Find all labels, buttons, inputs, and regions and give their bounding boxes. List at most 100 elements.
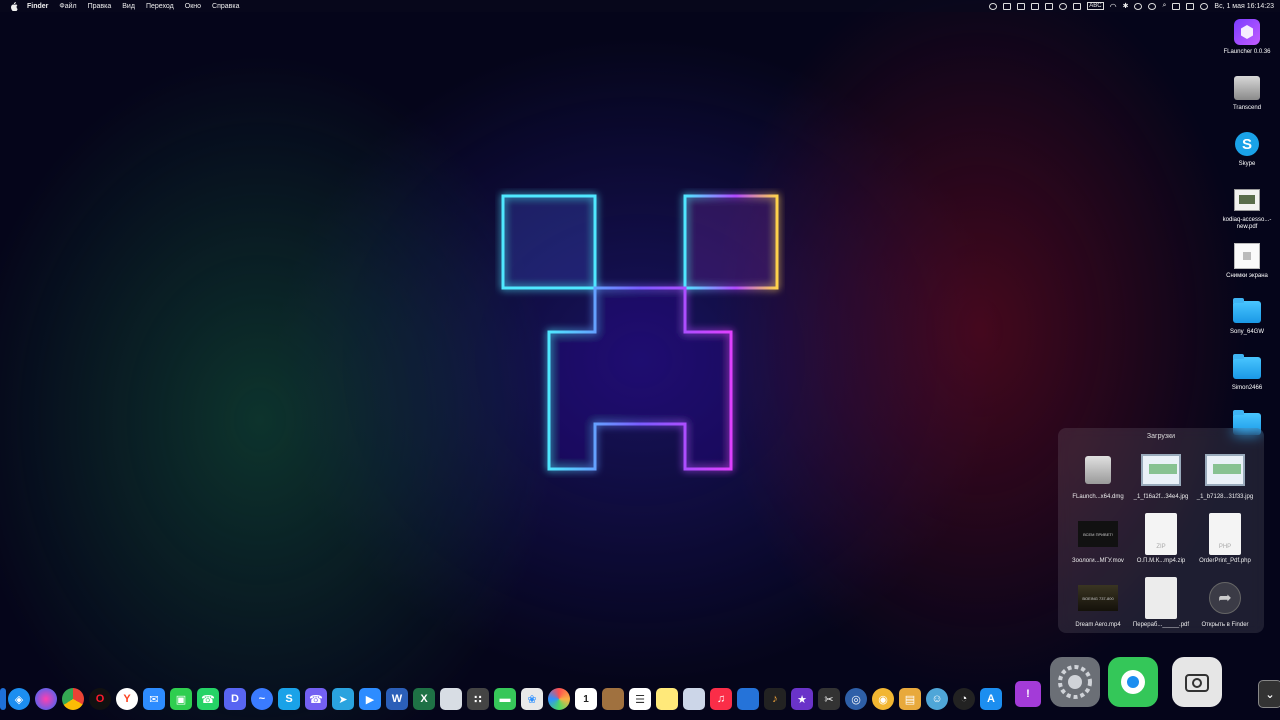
pdf-file-icon	[1145, 577, 1177, 619]
time-machine-icon[interactable]	[1148, 2, 1157, 10]
dock-archive-icon[interactable]: ▤	[899, 688, 921, 710]
dock-facetime-icon[interactable]: ▣	[170, 688, 192, 710]
dock-mail-icon[interactable]: ✉	[143, 688, 165, 710]
dock-notes-icon[interactable]	[440, 688, 462, 710]
clipboard-icon[interactable]	[1059, 2, 1068, 10]
php-file-icon: PHP	[1209, 513, 1241, 555]
certificate-image-icon	[1141, 454, 1181, 486]
desktop-icon-flauncher[interactable]: FLauncher 0.0.36	[1215, 17, 1279, 56]
battery-icon[interactable]	[1172, 2, 1181, 10]
dock-pet-icon[interactable]: ☺	[926, 688, 948, 710]
apple-icon[interactable]	[9, 1, 18, 11]
desktop-icon-transcend[interactable]: Transcend	[1215, 73, 1279, 112]
open-in-finder-button[interactable]: ➦ Открыть в Finder	[1192, 576, 1258, 628]
menu-bar: Finder Файл Правка Вид Переход Окно Спра…	[0, 0, 1280, 12]
dock-calculator-icon[interactable]: ∷	[467, 688, 489, 710]
dock-stickies-icon[interactable]	[656, 688, 678, 710]
dock-feedback-icon[interactable]: !	[1015, 681, 1041, 707]
display-icon[interactable]	[1003, 2, 1012, 10]
dock-box-icon[interactable]	[602, 688, 624, 710]
dock-app-store-icon[interactable]: A	[980, 688, 1002, 710]
dock-system-preferences-icon[interactable]	[1050, 657, 1100, 707]
dock-messenger-icon[interactable]: ~	[251, 688, 273, 710]
dock-photos-icon[interactable]: ❀	[521, 688, 543, 710]
dock-safari-icon[interactable]: ◈	[8, 688, 30, 710]
download-item[interactable]: ВСЕМ ПРИВЕТ! Зоологи...МГУ.mov	[1065, 512, 1131, 564]
search-icon[interactable]: ⌕	[1162, 2, 1166, 10]
dock: ◈ O Y ✉ ▣ ☎ D ~ S ☎ ➤ ▶ W X ∷ ▬ ❀ 1 ☰ ♫ …	[0, 657, 1280, 720]
input-source-indicator[interactable]: ABC	[1087, 2, 1104, 10]
control-center-icon[interactable]	[1186, 2, 1195, 10]
dock-garageband-icon[interactable]: ♪	[764, 688, 786, 710]
desktop-icon-kodiaq-pdf[interactable]: kodiaq-accesso...-new.pdf	[1215, 185, 1279, 231]
bluetooth-icon[interactable]: ✱	[1123, 2, 1129, 10]
creeper-right-eye	[683, 194, 779, 290]
desktop-icon-skype[interactable]: S Skype	[1215, 129, 1279, 168]
dock-speed-icon[interactable]: ◔	[953, 688, 975, 710]
dock-calendar-icon[interactable]: 1	[575, 688, 597, 710]
flag-icon[interactable]	[1073, 2, 1082, 10]
monitor-icon[interactable]	[1031, 2, 1040, 10]
keyboard-icon[interactable]	[1017, 2, 1026, 10]
folder-icon	[1233, 298, 1261, 323]
dock-keynote-icon[interactable]	[737, 688, 759, 710]
dock-messages-icon[interactable]: ▬	[494, 688, 516, 710]
menu-view[interactable]: Вид	[122, 3, 135, 10]
dock-network-icon[interactable]: ◎	[845, 688, 867, 710]
user-icon[interactable]	[1134, 2, 1143, 10]
disk-image-icon	[1085, 456, 1111, 484]
desktop-icon-screenshots[interactable]: Снимки экрана	[1215, 241, 1279, 280]
menu-go[interactable]: Переход	[146, 3, 174, 10]
dock-siri-icon[interactable]	[35, 688, 57, 710]
dock-imovie-icon[interactable]: ★	[791, 688, 813, 710]
dock-music-icon[interactable]: ♫	[710, 688, 732, 710]
dock-display-icon[interactable]	[683, 688, 705, 710]
menu-file[interactable]: Файл	[59, 3, 76, 10]
dock-opera-icon[interactable]: O	[89, 688, 111, 710]
dock-excel-icon[interactable]: X	[413, 688, 435, 710]
neon-creeper-wallpaper	[501, 194, 779, 471]
creeper-left-eye	[501, 194, 597, 290]
download-item[interactable]: Перераб..._____.pdf	[1128, 576, 1194, 628]
desktop-icon-simon[interactable]: Simon2466	[1215, 353, 1279, 392]
dock-viber-icon[interactable]: ☎	[305, 688, 327, 710]
menu-finder[interactable]: Finder	[27, 3, 48, 10]
dock-finder-icon[interactable]	[0, 688, 6, 710]
dock-final-cut-icon[interactable]: ✂	[818, 688, 840, 710]
dock-word-icon[interactable]: W	[386, 688, 408, 710]
download-item[interactable]: _1_f16a2f...34e4.jpg	[1128, 448, 1194, 500]
downloads-title: Загрузки	[1146, 433, 1176, 440]
record-icon[interactable]	[989, 2, 998, 10]
desktop-icon-sony[interactable]: Sony_64GW	[1215, 297, 1279, 336]
dock-photo-browser-icon[interactable]	[548, 688, 570, 710]
dock-yandex-icon[interactable]: Y	[116, 688, 138, 710]
dock-chrome-icon[interactable]	[62, 688, 84, 710]
dock-telegram-icon[interactable]: ➤	[332, 688, 354, 710]
flauncher-icon	[1234, 19, 1260, 45]
download-item[interactable]: BOEING 737-800 Dream Aero.mp4	[1065, 576, 1131, 628]
dock-downloads-stack-icon[interactable]: ⌄	[1258, 680, 1280, 708]
download-item[interactable]: FLaunch...x64.dmg	[1065, 448, 1131, 500]
siri-icon[interactable]	[1200, 2, 1209, 10]
dock-discord-icon[interactable]: D	[224, 688, 246, 710]
dock-screenshot-icon[interactable]	[1172, 657, 1222, 707]
download-item[interactable]: _1_b7128...31f33.jpg	[1192, 448, 1258, 500]
screenshots-folder-icon	[1234, 243, 1260, 269]
menu-help[interactable]: Справка	[212, 3, 239, 10]
status-area: ABC ◠ ✱ ⌕ Вс, 1 мая 16:14:23	[989, 0, 1274, 12]
wifi-icon[interactable]: ◠	[1110, 2, 1117, 11]
dock-compass-icon[interactable]: ◉	[872, 688, 894, 710]
dock-whatsapp-icon[interactable]: ☎	[197, 688, 219, 710]
menu-edit[interactable]: Правка	[88, 3, 112, 10]
zip-file-icon: ZIP	[1145, 513, 1177, 555]
menubar-clock[interactable]: Вс, 1 мая 16:14:23	[1214, 3, 1274, 10]
dock-find-my-icon[interactable]	[1108, 657, 1158, 707]
notes-icon[interactable]	[1045, 2, 1054, 10]
dock-reminders-icon[interactable]: ☰	[629, 688, 651, 710]
menu-window[interactable]: Окно	[185, 3, 201, 10]
creeper-mouth	[547, 286, 733, 471]
download-item[interactable]: ZIP О.П.М.К...mp4.zip	[1128, 512, 1194, 564]
dock-zoom-icon[interactable]: ▶	[359, 688, 381, 710]
dock-skype-icon[interactable]: S	[278, 688, 300, 710]
download-item[interactable]: PHP OrderPrint_Pdf.php	[1192, 512, 1258, 564]
